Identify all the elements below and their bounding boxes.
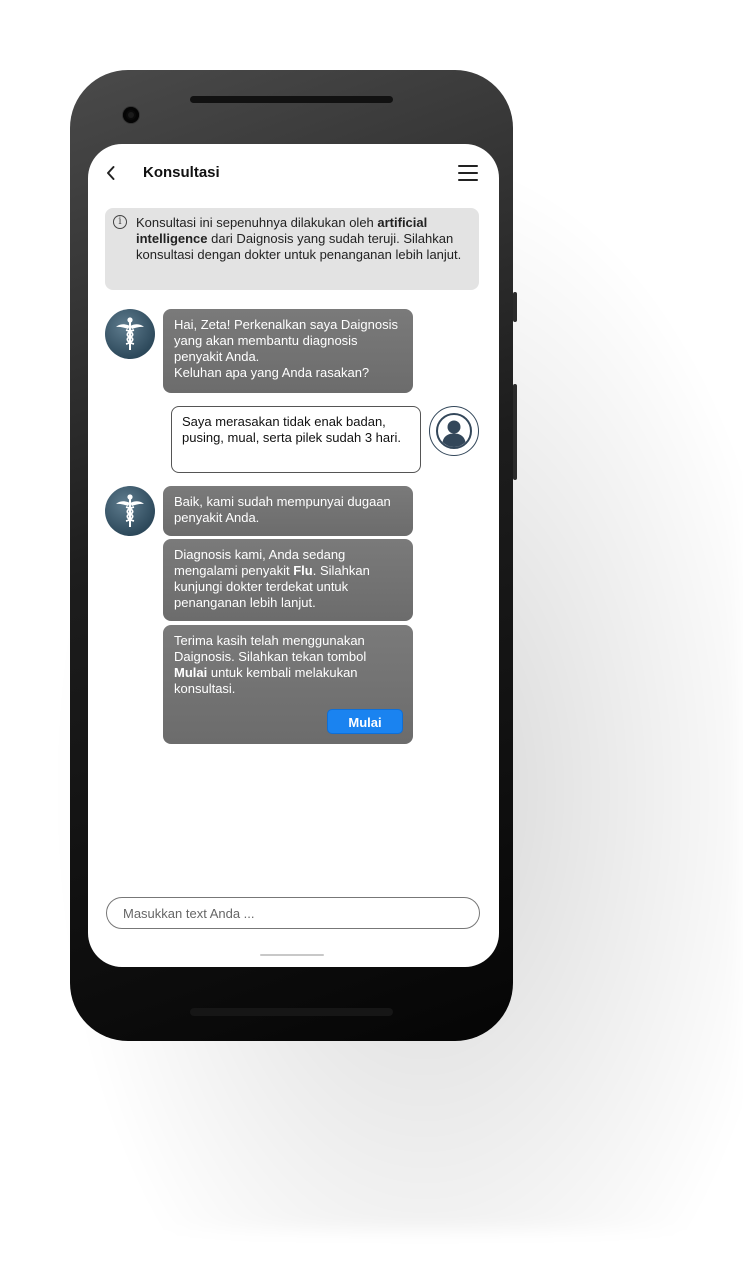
power-button: [513, 384, 517, 480]
mulai-button[interactable]: Mulai: [327, 709, 403, 734]
phone-frame: Konsultasi i Konsultasi ini sepenuhnya d…: [70, 70, 517, 1041]
page-title: Konsultasi: [143, 164, 220, 181]
message-input[interactable]: [106, 897, 480, 929]
bot-message: Diagnosis kami, Anda sedang mengalami pe…: [163, 539, 413, 621]
speaker-grille: [190, 96, 393, 103]
bot-avatar: [105, 309, 155, 359]
info-text: Konsultasi ini sepenuhnya dilakukan oleh…: [136, 215, 462, 262]
app-screen: Konsultasi i Konsultasi ini sepenuhnya d…: [88, 144, 499, 967]
chevron-left-icon: [107, 166, 115, 180]
info-banner: i Konsultasi ini sepenuhnya dilakukan ol…: [105, 208, 479, 290]
bot-message: Terima kasih telah menggunakan Daignosis…: [163, 625, 413, 744]
bot-message: Hai, Zeta! Perkenalkan saya Daignosis ya…: [163, 309, 413, 393]
hamburger-menu-icon[interactable]: [458, 164, 480, 182]
volume-button: [513, 292, 517, 322]
front-camera: [123, 107, 139, 123]
bot-message: Baik, kami sudah mempunyai dugaan penyak…: [163, 486, 413, 536]
home-indicator: [260, 954, 324, 956]
back-button[interactable]: [100, 162, 122, 184]
caduceus-icon: [116, 494, 144, 527]
bottom-bezel-bar: [190, 1008, 393, 1016]
caduceus-icon: [116, 317, 144, 350]
top-bar: Konsultasi: [88, 144, 499, 204]
bot-avatar: [105, 486, 155, 536]
info-icon: i: [113, 215, 127, 229]
user-icon: [436, 413, 472, 449]
user-avatar: [429, 406, 479, 456]
user-message: Saya merasakan tidak enak badan, pusing,…: [171, 406, 421, 473]
